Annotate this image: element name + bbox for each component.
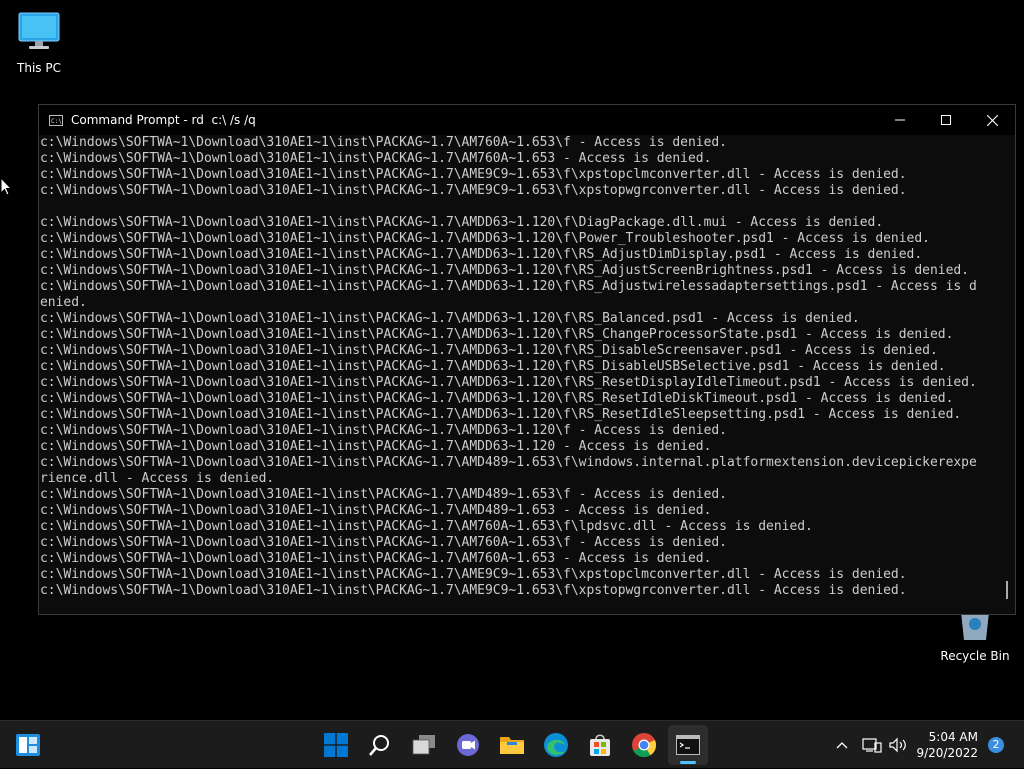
- terminal-icon: [676, 735, 700, 755]
- volume-control[interactable]: [888, 721, 908, 769]
- console-line: c:\Windows\SOFTWA~1\Download\310AE1~1\in…: [40, 455, 977, 470]
- notification-badge[interactable]: 2: [988, 737, 1004, 753]
- taskbar: 5:04 AM 9/20/2022 2: [0, 720, 1024, 768]
- console-line: c:\Windows\SOFTWA~1\Download\310AE1~1\in…: [40, 167, 907, 182]
- console-line: c:\Windows\SOFTWA~1\Download\310AE1~1\in…: [40, 519, 813, 534]
- network-icon: [862, 738, 882, 753]
- start-button[interactable]: [316, 725, 356, 765]
- console-line: enied.: [40, 295, 87, 310]
- terminal-button[interactable]: [668, 725, 708, 765]
- store-button[interactable]: [580, 725, 620, 765]
- edge-button[interactable]: [536, 725, 576, 765]
- desktop-icon-this-pc[interactable]: This PC: [2, 10, 76, 75]
- volume-icon: [889, 737, 906, 753]
- console-line: c:\Windows\SOFTWA~1\Download\310AE1~1\in…: [40, 279, 977, 294]
- close-button[interactable]: [969, 105, 1015, 135]
- task-view-icon: [412, 735, 435, 755]
- monitor-icon: [18, 12, 60, 49]
- console-line: c:\Windows\SOFTWA~1\Download\310AE1~1\in…: [40, 375, 977, 390]
- desktop-icon-label: Recycle Bin: [940, 649, 1010, 663]
- chat-button[interactable]: [448, 725, 488, 765]
- search-icon: [369, 735, 389, 756]
- recycle-bin-icon: [961, 612, 989, 640]
- widgets-button[interactable]: [8, 725, 48, 765]
- window-titlebar[interactable]: C:\ Command Prompt - rd c:\ /s /q: [39, 105, 1015, 135]
- show-hidden-icons-button[interactable]: [834, 721, 850, 769]
- folder-icon: [500, 737, 524, 754]
- console-line: c:\Windows\SOFTWA~1\Download\310AE1~1\in…: [40, 359, 946, 374]
- cmd-app-icon: C:\: [49, 114, 63, 126]
- mouse-pointer-icon: [0, 177, 12, 196]
- console-line: c:\Windows\SOFTWA~1\Download\310AE1~1\in…: [40, 247, 923, 262]
- console-line: c:\Windows\SOFTWA~1\Download\310AE1~1\in…: [40, 407, 962, 422]
- console-line: c:\Windows\SOFTWA~1\Download\310AE1~1\in…: [40, 583, 907, 598]
- console-line: c:\Windows\SOFTWA~1\Download\310AE1~1\in…: [40, 263, 969, 278]
- console-output[interactable]: c:\Windows\SOFTWA~1\Download\310AE1~1\in…: [39, 135, 1002, 614]
- close-icon: [986, 114, 998, 126]
- command-prompt-window[interactable]: C:\ Command Prompt - rd c:\ /s /q c:\Win…: [38, 104, 1016, 615]
- chrome-button[interactable]: [624, 725, 664, 765]
- console-line: c:\Windows\SOFTWA~1\Download\310AE1~1\in…: [40, 503, 712, 518]
- console-line: c:\Windows\SOFTWA~1\Download\310AE1~1\in…: [40, 215, 884, 230]
- widgets-icon: [16, 734, 40, 756]
- window-title: Command Prompt - rd c:\ /s /q: [71, 113, 256, 127]
- console-line: c:\Windows\SOFTWA~1\Download\310AE1~1\in…: [40, 311, 860, 326]
- console-line: c:\Windows\SOFTWA~1\Download\310AE1~1\in…: [40, 343, 938, 358]
- minimize-button[interactable]: [877, 105, 923, 135]
- chat-icon: [457, 734, 479, 756]
- console-line: c:\Windows\SOFTWA~1\Download\310AE1~1\in…: [40, 327, 954, 342]
- clock-time: 5:04 AM: [928, 730, 978, 744]
- console-line: c:\Windows\SOFTWA~1\Download\310AE1~1\in…: [40, 567, 907, 582]
- network-status[interactable]: [862, 721, 882, 769]
- console-line: c:\Windows\SOFTWA~1\Download\310AE1~1\in…: [40, 487, 727, 502]
- chrome-icon: [632, 733, 657, 758]
- console-line: c:\Windows\SOFTWA~1\Download\310AE1~1\in…: [40, 135, 727, 150]
- chevron-up-icon: [836, 742, 848, 749]
- maximize-icon: [941, 115, 951, 125]
- clock-date: 9/20/2022: [916, 746, 978, 760]
- console-line: c:\Windows\SOFTWA~1\Download\310AE1~1\in…: [40, 391, 954, 406]
- vertical-scrollbar[interactable]: [999, 135, 1015, 614]
- file-explorer-button[interactable]: [492, 725, 532, 765]
- minimize-icon: [895, 119, 905, 121]
- store-icon: [590, 734, 610, 756]
- active-app-indicator: [680, 761, 696, 764]
- scrollbar-thumb[interactable]: [1006, 581, 1008, 599]
- console-line: c:\Windows\SOFTWA~1\Download\310AE1~1\in…: [40, 183, 907, 198]
- maximize-button[interactable]: [923, 105, 969, 135]
- console-line: c:\Windows\SOFTWA~1\Download\310AE1~1\in…: [40, 423, 727, 438]
- clock[interactable]: 5:04 AM 9/20/2022: [916, 729, 978, 761]
- windows-logo-icon: [324, 733, 348, 757]
- console-line: rience.dll - Access is denied.: [40, 471, 275, 486]
- search-button[interactable]: [360, 725, 400, 765]
- desktop-icon-label: This PC: [17, 61, 61, 75]
- console-line: c:\Windows\SOFTWA~1\Download\310AE1~1\in…: [40, 231, 930, 246]
- console-line: c:\Windows\SOFTWA~1\Download\310AE1~1\in…: [40, 535, 727, 550]
- edge-icon: [544, 733, 568, 757]
- console-line: c:\Windows\SOFTWA~1\Download\310AE1~1\in…: [40, 439, 712, 454]
- console-line: c:\Windows\SOFTWA~1\Download\310AE1~1\in…: [40, 151, 712, 166]
- desktop-icon-recycle-bin[interactable]: Recycle Bin: [938, 612, 1012, 663]
- console-line: c:\Windows\SOFTWA~1\Download\310AE1~1\in…: [40, 551, 712, 566]
- task-view-button[interactable]: [404, 725, 444, 765]
